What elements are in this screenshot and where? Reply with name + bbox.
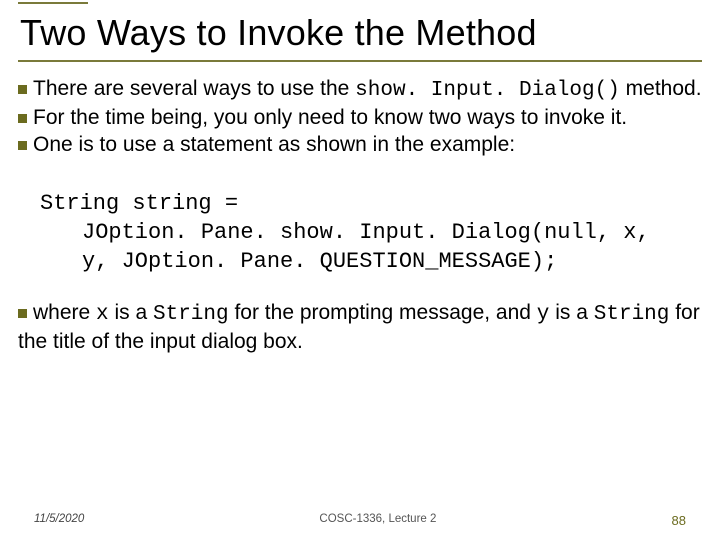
tail-1: where [33,301,96,324]
footer-course: COSC-1336, Lecture 2 [34,513,686,525]
tail-code-x: x [96,303,109,326]
tail-code-string-1: String [153,303,229,326]
footer-page-number: 88 [672,513,686,528]
tail-code-y: y [537,303,550,326]
tail-3: for the prompting message, and [229,301,537,324]
bullet-1-text-b: method. [620,77,702,100]
bullet-1-code: show. Input. Dialog() [355,79,620,102]
code-line-2: JOption. Pane. show. Input. Dialog(null,… [40,218,702,247]
slide: Two Ways to Invoke the Method There are … [0,0,720,540]
slide-title: Two Ways to Invoke the Method [18,6,702,60]
code-block: String string = JOption. Pane. show. Inp… [40,189,702,276]
bullet-icon [18,114,27,123]
bullet-1-text-a: There are several ways to use the [33,77,355,100]
bullet-icon [18,309,27,318]
tail-2: is a [109,301,153,324]
bullet-2-text: For the time being, you only need to kno… [33,106,627,129]
slide-body: There are several ways to use the show. … [18,76,702,355]
title-rule: Two Ways to Invoke the Method [18,6,702,62]
tail-4: is a [549,301,593,324]
code-line-3: y, JOption. Pane. QUESTION_MESSAGE); [40,247,702,276]
bullet-3-text: One is to use a statement as shown in th… [33,133,515,156]
footer-date: 11/5/2020 [34,513,84,525]
bullet-icon [18,141,27,150]
bullet-icon [18,85,27,94]
code-line-1: String string = [40,189,702,218]
slide-footer: 11/5/2020 88 COSC-1336, Lecture 2 [0,513,720,528]
tail-code-string-2: String [594,303,670,326]
